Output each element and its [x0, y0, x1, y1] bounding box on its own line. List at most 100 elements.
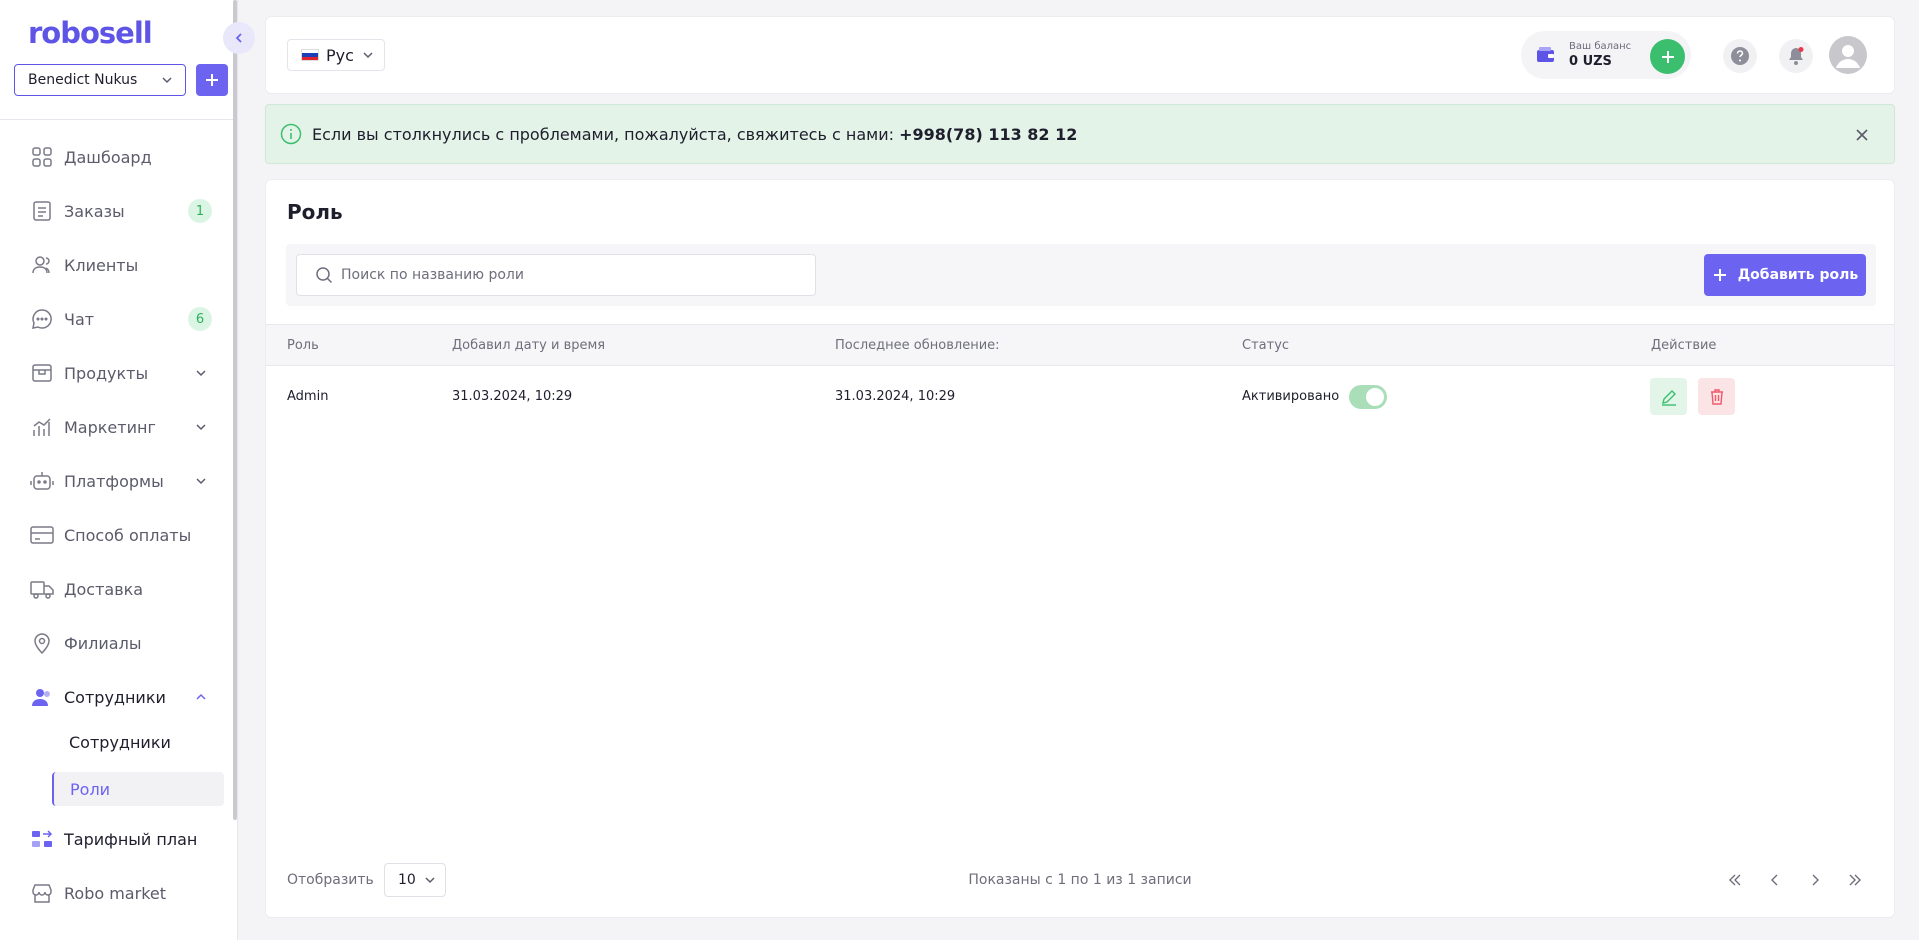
sidebar-item-label: Способ оплаты [64, 525, 192, 545]
sidebar-subitem-roles[interactable]: Роли [52, 772, 224, 806]
status-toggle[interactable] [1349, 385, 1387, 409]
role-name: Admin [287, 389, 329, 404]
language-value: Рус [326, 45, 354, 65]
notifications-button[interactable] [1779, 39, 1813, 73]
sidebar-item-robo-market[interactable]: Robo market [0, 873, 236, 913]
language-select[interactable]: Рус [287, 39, 385, 71]
roles-card: Роль Добавить роль Роль Добавил дату и в… [265, 179, 1895, 918]
sidebar-item-platforms[interactable]: Платформы [0, 461, 236, 501]
chart-icon [30, 415, 54, 439]
chat-badge: 6 [188, 307, 212, 331]
chevron-right-icon [1812, 874, 1819, 886]
card-icon [30, 523, 54, 547]
info-icon [280, 123, 302, 145]
edit-role-button[interactable] [1650, 378, 1687, 415]
location-icon [30, 631, 54, 655]
orders-badge: 1 [188, 199, 212, 223]
top-up-balance-button[interactable] [1650, 39, 1685, 74]
chat-icon [30, 307, 54, 331]
alert-text: Если вы столкнулись с проблемами, пожалу… [312, 124, 900, 144]
grid-icon [30, 145, 54, 169]
sidebar-item-dashboard[interactable]: Дашбоард [0, 137, 236, 177]
search-box[interactable] [296, 254, 816, 296]
chevron-left-icon [1771, 874, 1778, 886]
add-store-button[interactable] [196, 64, 228, 96]
column-header-role: Роль [287, 338, 319, 353]
trash-icon [1710, 388, 1723, 405]
sidebar-subitem-label: Сотрудники [69, 732, 171, 752]
sidebar-item-label: Клиенты [64, 255, 139, 275]
box-icon [30, 361, 54, 385]
sidebar-item-delivery[interactable]: Доставка [0, 569, 236, 609]
wallet-icon [1533, 42, 1559, 68]
table-footer: Отобразить 10 Показаны с 1 по 1 из 1 зап… [266, 860, 1894, 900]
chevron-up-icon [196, 693, 206, 700]
sidebar-item-label: Сотрудники [64, 687, 166, 707]
user-icon [1836, 45, 1860, 68]
prev-page-button[interactable] [1763, 868, 1787, 892]
sidebar-item-chat[interactable]: Чат 6 [0, 299, 236, 339]
sidebar-item-employees[interactable]: Сотрудники [0, 677, 236, 717]
sidebar: robosell Benedict Nukus Дашбоард Заказы … [0, 0, 238, 940]
help-button[interactable] [1723, 39, 1757, 73]
divider [0, 119, 236, 120]
alert-message: Если вы столкнулись с проблемами, пожалу… [312, 125, 1077, 144]
table-row: Admin 31.03.2024, 10:29 31.03.2024, 10:2… [266, 366, 1894, 428]
column-header-created: Добавил дату и время [452, 338, 606, 353]
column-header-status: Статус [1242, 338, 1290, 353]
search-icon [316, 267, 333, 284]
balance-value: 0 UZS [1569, 54, 1612, 69]
sidebar-item-label: Маркетинг [64, 417, 156, 437]
chevron-down-icon [196, 424, 206, 431]
status-text: Активировано [1242, 389, 1340, 404]
column-header-updated: Последнее обновление: [835, 338, 1000, 353]
plus-icon [1661, 50, 1674, 63]
sidebar-item-products[interactable]: Продукты [0, 353, 236, 393]
chevron-down-icon [162, 77, 172, 84]
store-select[interactable]: Benedict Nukus [14, 64, 186, 96]
sidebar-item-branches[interactable]: Филиалы [0, 623, 236, 663]
sidebar-item-label: Тарифный план [64, 829, 198, 849]
close-alert-button[interactable] [1852, 125, 1872, 145]
updated-at: 31.03.2024, 10:29 [835, 389, 956, 404]
created-at: 31.03.2024, 10:29 [452, 389, 573, 404]
sidebar-item-label: Доставка [64, 579, 144, 599]
first-page-button[interactable] [1723, 868, 1747, 892]
sidebar-item-clients[interactable]: Клиенты [0, 245, 236, 285]
sidebar-subitem-employees[interactable]: Сотрудники [52, 725, 224, 759]
chevrons-left-icon [1729, 874, 1741, 886]
plus-icon [206, 74, 218, 86]
chevron-down-icon [196, 370, 206, 377]
sidebar-item-orders[interactable]: Заказы 1 [0, 191, 236, 231]
plus-icon [1712, 267, 1728, 283]
bell-icon [1789, 47, 1804, 65]
chevron-down-icon [363, 52, 373, 59]
users-icon [30, 253, 54, 277]
shop-icon [30, 881, 54, 905]
support-alert: Если вы столкнулись с проблемами, пожалу… [265, 104, 1895, 164]
sidebar-item-label: Robo market [64, 883, 166, 903]
collapse-sidebar-button[interactable] [223, 22, 255, 54]
table-header: Роль Добавил дату и время Последнее обно… [266, 324, 1894, 366]
support-phone: +998(78) 113 82 12 [899, 124, 1078, 144]
user-avatar[interactable] [1829, 36, 1867, 74]
add-role-label: Добавить роль [1737, 267, 1859, 283]
chevron-left-icon [235, 33, 242, 43]
sidebar-item-tariff[interactable]: Тарифный план [0, 819, 236, 859]
add-role-button[interactable]: Добавить роль [1704, 254, 1866, 296]
next-page-button[interactable] [1803, 868, 1827, 892]
pagination-info: Показаны с 1 по 1 из 1 записи [968, 872, 1192, 888]
sidebar-item-payment[interactable]: Способ оплаты [0, 515, 236, 555]
sidebar-subitem-label: Роли [70, 779, 111, 799]
delete-role-button[interactable] [1698, 378, 1735, 415]
question-icon [1731, 47, 1749, 65]
sidebar-item-label: Чат [64, 309, 95, 329]
last-page-button[interactable] [1843, 868, 1867, 892]
sidebar-item-marketing[interactable]: Маркетинг [0, 407, 236, 447]
sidebar-item-label: Платформы [64, 471, 164, 491]
russia-flag-icon [301, 49, 319, 61]
balance-widget: Ваш баланс 0 UZS [1521, 31, 1691, 79]
search-input[interactable] [341, 267, 801, 283]
robot-icon [30, 469, 54, 493]
chevron-down-icon [196, 478, 206, 485]
